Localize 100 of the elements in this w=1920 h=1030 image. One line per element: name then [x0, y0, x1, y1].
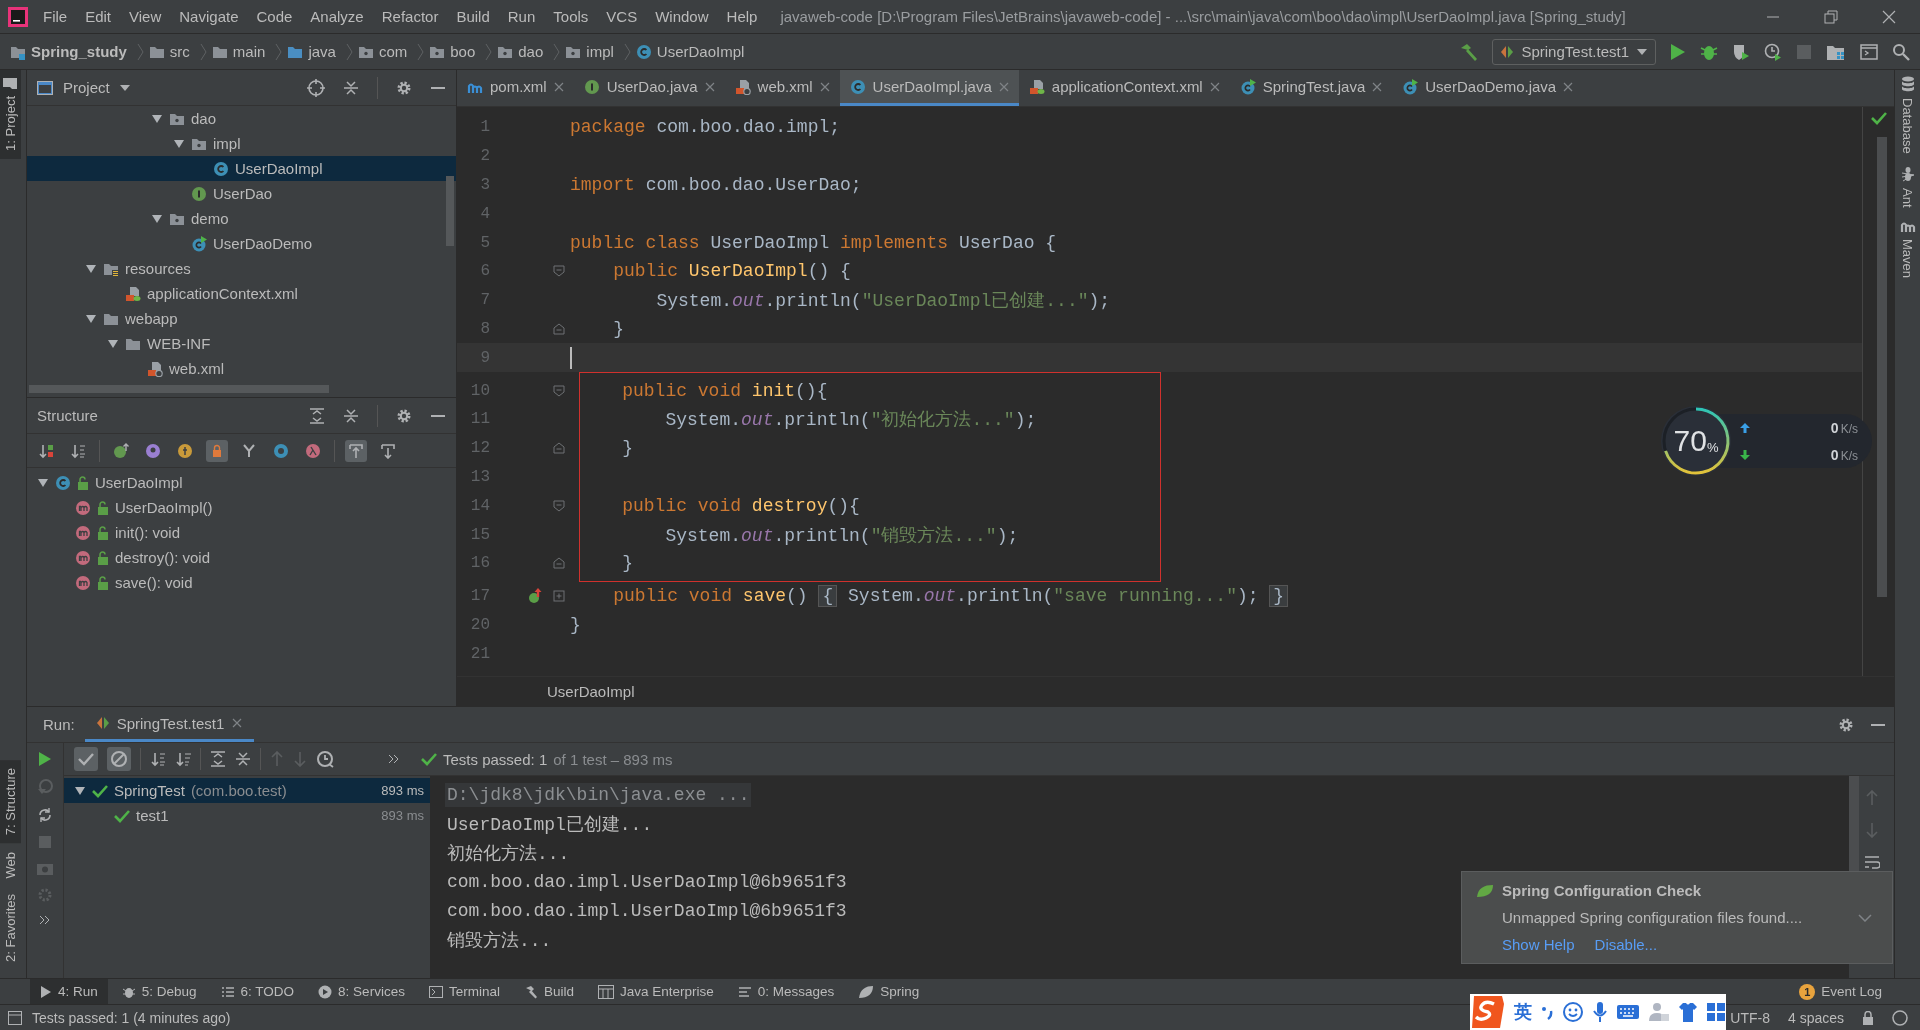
smiley-icon[interactable]	[1562, 1001, 1584, 1023]
fold-marker-icon[interactable]	[553, 499, 565, 512]
window-icon[interactable]	[1860, 43, 1878, 60]
tree-item[interactable]: UserDaoImpl	[235, 160, 323, 177]
expanded-arrow-icon[interactable]	[74, 784, 86, 797]
encoding-indicator[interactable]: UTF-8	[1730, 1009, 1770, 1026]
show-passed-toggle[interactable]	[74, 747, 98, 771]
tree-item[interactable]: UserDaoDemo	[213, 235, 313, 252]
shield-run-icon[interactable]	[1732, 42, 1750, 61]
breadcrumb-item[interactable]: java	[308, 43, 336, 60]
panel-toggle-icon[interactable]	[8, 1010, 22, 1025]
editor-tab[interactable]: UserDaoImpl.java	[839, 70, 1019, 106]
notification-link[interactable]: Disable...	[1594, 936, 1658, 953]
expanded-arrow-icon[interactable]	[107, 337, 119, 350]
editor-tab[interactable]: UserDaoDemo.java	[1392, 70, 1584, 106]
editor-tab[interactable]: SpringTest.java	[1229, 70, 1393, 106]
fold-marker-icon[interactable]	[553, 384, 565, 397]
menu-item[interactable]: Analyze	[301, 8, 373, 25]
hammer-icon[interactable]	[1460, 42, 1479, 61]
soft-wrap-icon[interactable]	[1863, 854, 1880, 870]
panel-title[interactable]: Project	[63, 79, 110, 96]
expand-all-icon[interactable]	[309, 407, 325, 424]
breadcrumb-item[interactable]: impl	[586, 43, 614, 60]
menu-item[interactable]: Tools	[544, 8, 598, 25]
editor-tab[interactable]: pom.xml	[457, 70, 574, 106]
breadcrumb-item[interactable]: UserDaoImpl	[547, 683, 635, 700]
close-icon[interactable]	[1882, 9, 1896, 24]
tool-window-tab[interactable]: 7: Structure	[0, 760, 21, 844]
editor-tab[interactable]: web.xml	[724, 70, 840, 106]
clock-icon[interactable]	[316, 750, 334, 768]
editor-tab[interactable]: UserDao.java	[573, 70, 725, 106]
tree-item[interactable]: WEB-INF	[147, 335, 211, 352]
test-name[interactable]: SpringTest	[114, 782, 185, 799]
run-config-dropdown[interactable]: SpringTest.test1	[1492, 38, 1656, 65]
selected-tree-row[interactable]: SpringTest (com.boo.test) 893 ms	[64, 778, 430, 803]
grid-icon[interactable]	[1706, 1002, 1726, 1022]
tool-window-button[interactable]: 8: Services	[308, 979, 415, 1004]
show-ignored-toggle[interactable]	[107, 747, 131, 771]
close-icon[interactable]	[553, 81, 564, 92]
event-log-button[interactable]: Event Log	[1821, 984, 1882, 999]
settings-icon[interactable]	[396, 407, 412, 424]
tool-window-tab[interactable]: Ant	[1895, 159, 1920, 214]
expanded-arrow-icon[interactable]	[151, 112, 163, 125]
tool-window-button[interactable]: 5: Debug	[111, 979, 207, 1004]
scrollbar[interactable]	[446, 176, 454, 246]
close-tab-icon[interactable]	[232, 718, 243, 728]
selected-tree-row[interactable]: UserDaoImpl	[27, 156, 456, 181]
tool-window-button[interactable]: Spring	[848, 979, 930, 1004]
run-icon[interactable]	[1670, 42, 1686, 61]
scrollbar[interactable]	[1877, 137, 1887, 597]
breadcrumb-item[interactable]: UserDaoImpl	[656, 43, 745, 60]
breadcrumb-item[interactable]: boo	[450, 43, 476, 60]
menu-item[interactable]: Build	[447, 8, 499, 25]
fold-marker-icon[interactable]	[553, 590, 565, 603]
menu-item[interactable]: Refactor	[372, 8, 448, 25]
close-icon[interactable]	[704, 81, 715, 92]
settings-icon[interactable]	[1838, 716, 1854, 733]
tree-item[interactable]: demo	[191, 210, 229, 227]
menu-item[interactable]: VCS	[597, 8, 647, 25]
settings-icon[interactable]	[396, 79, 412, 96]
scrollbar[interactable]	[29, 385, 329, 393]
tree-item[interactable]: webapp	[125, 310, 178, 327]
clock-run-icon[interactable]	[1764, 42, 1782, 61]
tree-item[interactable]: UserDaoImpl()	[115, 499, 213, 516]
fold-marker-icon[interactable]	[553, 322, 565, 335]
locate-icon[interactable]	[307, 78, 325, 97]
chevron-down-icon[interactable]	[1858, 913, 1872, 922]
test-name[interactable]: test1	[136, 807, 169, 824]
expanded-arrow-icon[interactable]	[37, 476, 49, 489]
close-icon[interactable]	[819, 81, 830, 92]
expanded-arrow-icon[interactable]	[85, 312, 97, 325]
menu-item[interactable]: Code	[247, 8, 302, 25]
tree-item[interactable]: dao	[191, 110, 217, 127]
tool-window-button[interactable]: Java Enterprise	[587, 979, 724, 1004]
menu-item[interactable]: Edit	[76, 8, 121, 25]
circle-arrow-icon[interactable]	[528, 588, 542, 605]
more-icon[interactable]	[39, 915, 51, 925]
tree-item[interactable]: init(): void	[115, 524, 181, 541]
collapse-all-icon[interactable]	[343, 407, 359, 424]
tree-item[interactable]: UserDaoImpl	[95, 474, 183, 491]
menu-item[interactable]: Window	[646, 8, 718, 25]
breadcrumb-item[interactable]: src	[169, 43, 190, 60]
tool-window-tab[interactable]: Web	[0, 843, 21, 887]
tree-item[interactable]: destroy(): void	[115, 549, 211, 566]
indent-indicator[interactable]: 4 spaces	[1787, 1009, 1844, 1026]
toggle-auto-test-icon[interactable]	[37, 807, 53, 823]
tool-window-button[interactable]: 6: TODO	[210, 979, 305, 1004]
close-icon[interactable]	[1209, 81, 1220, 92]
tree-item[interactable]: UserDao	[213, 185, 273, 202]
tool-window-tab[interactable]: Maven	[1895, 213, 1920, 285]
toolbar-toggle[interactable]	[345, 439, 367, 462]
tree-item[interactable]: save(): void	[115, 574, 193, 591]
keyboard-icon[interactable]	[1616, 1003, 1640, 1021]
expand-all-icon[interactable]	[210, 751, 226, 767]
tree-item[interactable]: resources	[125, 260, 191, 277]
restore-icon[interactable]	[1824, 9, 1838, 24]
close-icon[interactable]	[998, 81, 1009, 92]
breadcrumb-item[interactable]: com	[378, 43, 408, 60]
tool-window-button[interactable]: Terminal	[418, 979, 510, 1004]
tree-item[interactable]: applicationContext.xml	[147, 285, 298, 302]
